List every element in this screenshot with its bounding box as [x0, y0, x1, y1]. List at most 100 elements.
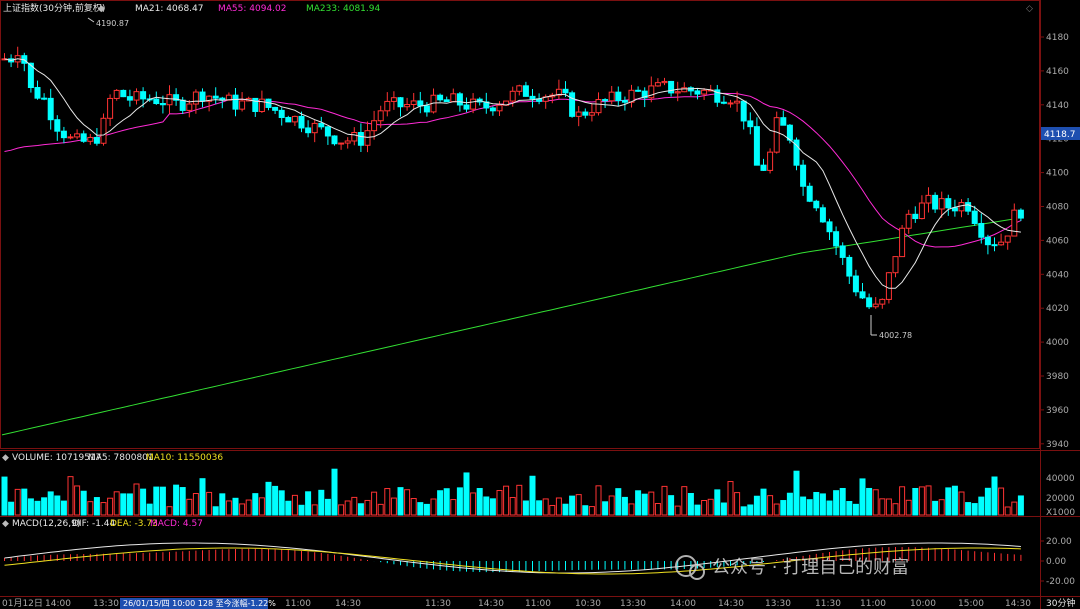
volume-bar: [522, 500, 529, 516]
volume-bar: [542, 498, 549, 516]
volume-bar: [648, 491, 655, 516]
volume-bar: [1017, 495, 1024, 516]
volume-bar: [232, 497, 239, 516]
volume-bar: [390, 497, 397, 516]
volume-bar: [179, 487, 186, 516]
volume-bar: [852, 503, 859, 516]
volume-bar: [437, 490, 444, 516]
volume-bar: [47, 491, 54, 516]
volume-bar: [54, 495, 61, 516]
time-label: 11:00: [285, 599, 311, 609]
candle-body: [760, 164, 767, 171]
volume-bar: [562, 503, 569, 516]
period-label[interactable]: 30分钟: [1046, 597, 1075, 609]
candle-body: [932, 194, 939, 210]
volume-bar: [793, 470, 800, 516]
volume-bar: [291, 494, 298, 516]
volume-bar: [687, 492, 694, 516]
volume-axis: 40000 20000 X1000: [1046, 474, 1075, 518]
volume-bar: [126, 493, 133, 516]
volume-bar: [107, 497, 114, 516]
price-tick-label: 4040: [1046, 270, 1069, 280]
volume-bar: [87, 501, 94, 516]
candle-body: [615, 91, 622, 102]
volume-bar: [265, 481, 272, 516]
volume-bar: [331, 468, 338, 516]
time-label: 10:30: [575, 599, 601, 609]
collapse-icon[interactable]: ◆: [98, 4, 105, 14]
candle-body: [978, 222, 985, 238]
candle-body: [357, 132, 364, 146]
candle-body: [998, 241, 1005, 246]
ma233-path: [1, 218, 1013, 436]
candle-body: [984, 236, 991, 246]
high-annotation: 4190.87: [87, 17, 129, 28]
price-tick-label: 4020: [1046, 304, 1069, 314]
candle-body: [806, 185, 813, 202]
volume-bar: [159, 486, 166, 516]
volume-bar: [173, 484, 180, 516]
macd-collapse-icon[interactable]: ◆: [2, 519, 9, 529]
volume-bar: [786, 492, 793, 516]
candle-body: [47, 97, 54, 121]
candle-body: [965, 202, 972, 212]
candle-body: [390, 97, 397, 102]
watermark-text: 公众号 · 打理自己的财富: [712, 557, 909, 578]
candle-body: [727, 102, 734, 105]
price-tick-label: 4000: [1046, 338, 1069, 348]
settings-icon[interactable]: ◇: [1026, 4, 1033, 14]
candle-body: [192, 91, 199, 105]
candle-body: [60, 130, 67, 139]
volume-bar: [674, 505, 681, 516]
volume-collapse-icon[interactable]: ◆: [2, 453, 9, 463]
price-tick-label: 4060: [1046, 236, 1069, 246]
price-tick-label: 3940: [1046, 440, 1069, 450]
macd-tick-label: 20.00: [1046, 537, 1072, 547]
volume-bar: [905, 499, 912, 516]
volume-bar: [377, 503, 384, 516]
volume-bar: [14, 488, 21, 516]
time-label: 11:30: [425, 599, 451, 609]
volume-bar: [1004, 506, 1011, 516]
candle-body: [833, 231, 840, 247]
candle-body: [720, 101, 727, 104]
volume-bar: [21, 488, 28, 516]
candle-body: [839, 245, 846, 258]
volume-bar: [450, 499, 457, 516]
panel-frames: [0, 0, 1080, 609]
volume-bar: [938, 499, 945, 516]
volume-bar: [536, 500, 543, 516]
candle-body: [186, 103, 193, 111]
volume-bar: [806, 499, 813, 516]
candle-body: [423, 105, 430, 113]
volume-bar: [476, 488, 483, 516]
candle-body: [740, 100, 747, 122]
volume-bar: [654, 503, 661, 516]
volume-bar: [113, 491, 120, 516]
volume-bar: [67, 476, 74, 516]
current-price-value: 4118.7: [1044, 130, 1076, 140]
candle-body: [753, 126, 760, 166]
volume-bar: [245, 499, 252, 516]
volume-bar: [773, 503, 780, 516]
candle-body: [179, 99, 186, 111]
candle-body: [701, 89, 708, 95]
volume-bar: [298, 504, 305, 516]
volume-bar: [258, 497, 265, 516]
ma233-label: MA233: 4081.94: [306, 4, 380, 14]
volume-bar: [384, 488, 391, 516]
volume-bar: [932, 500, 939, 516]
time-label: 14:00: [45, 599, 71, 609]
volume-bar: [635, 490, 642, 516]
candle-body: [575, 111, 582, 117]
volume-bar: [470, 492, 477, 516]
volume-bar: [305, 491, 312, 516]
volume-bar: [153, 486, 160, 516]
volume-bar: [225, 500, 232, 516]
volume-bar: [483, 496, 490, 516]
time-label: 14:30: [478, 599, 504, 609]
volume-bar: [714, 489, 721, 516]
volume-bar: [780, 500, 787, 516]
candle-body: [344, 140, 351, 144]
price-axis: 4180416041404120410040804060404040204000…: [1040, 33, 1069, 450]
